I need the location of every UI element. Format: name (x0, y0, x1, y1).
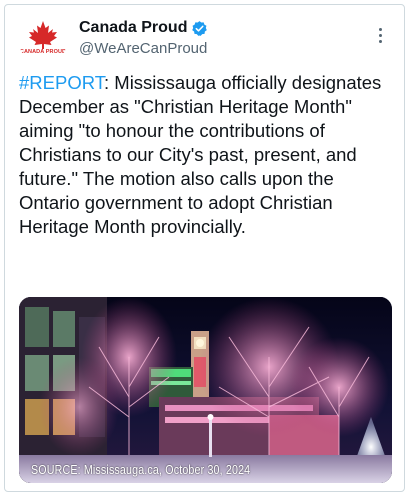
display-name[interactable]: Canada Proud (79, 19, 187, 37)
more-options-icon-dot (378, 39, 382, 43)
more-options-icon (378, 27, 382, 31)
tweet-media-image[interactable]: SOURCE: Mississauga.ca, October 30, 2024 (19, 297, 392, 483)
media-caption: SOURCE: Mississauga.ca, October 30, 2024 (31, 462, 251, 477)
tweet-card[interactable]: CANADA PROUD Canada Proud @WeAreCanProud… (4, 4, 405, 492)
author-name-row[interactable]: Canada Proud (79, 17, 208, 39)
more-options-icon-dot (378, 33, 382, 37)
maple-leaf-icon (29, 21, 57, 49)
avatar[interactable]: CANADA PROUD (19, 17, 67, 65)
verified-badge-icon (192, 20, 208, 36)
city-hall-night-photo (19, 297, 392, 483)
hashtag-link[interactable]: #REPORT (19, 72, 104, 93)
author-handle[interactable]: @WeAreCanProud (79, 40, 207, 57)
tweet-text: #REPORT: Mississauga officially designat… (19, 71, 394, 239)
avatar-logo-text: CANADA PROUD (19, 49, 67, 55)
tweet-body: : Mississauga officially designates Dece… (19, 72, 382, 237)
more-options-button[interactable] (370, 25, 390, 45)
